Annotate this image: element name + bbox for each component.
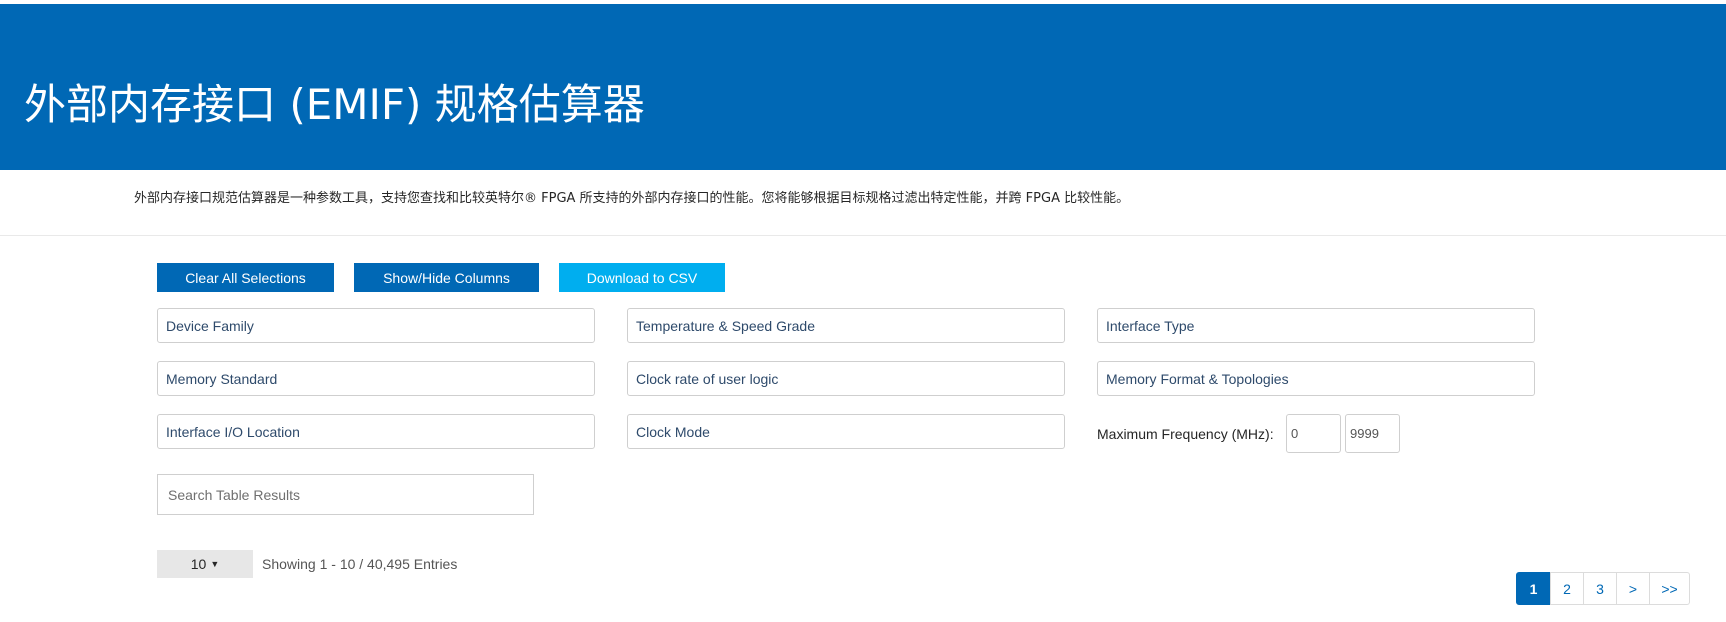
memory-format-topologies-filter[interactable]: Memory Format & Topologies bbox=[1097, 361, 1535, 396]
search-table-input[interactable] bbox=[157, 474, 534, 515]
clock-mode-filter[interactable]: Clock Mode bbox=[627, 414, 1065, 449]
page-3-button[interactable]: 3 bbox=[1583, 572, 1617, 605]
frequency-max-input[interactable] bbox=[1345, 414, 1400, 453]
temperature-speed-grade-filter[interactable]: Temperature & Speed Grade bbox=[627, 308, 1065, 343]
download-csv-button[interactable]: Download to CSV bbox=[559, 263, 725, 292]
clock-rate-filter-label: Clock rate of user logic bbox=[636, 370, 779, 387]
next-page-button[interactable]: > bbox=[1616, 572, 1650, 605]
page-description: 外部内存接口规范估算器是一种参数工具，支持您查找和比较英特尔® FPGA 所支持… bbox=[134, 191, 1130, 206]
memory-standard-filter-label: Memory Standard bbox=[166, 370, 278, 387]
section-divider bbox=[0, 235, 1726, 236]
clock-rate-filter[interactable]: Clock rate of user logic bbox=[627, 361, 1065, 396]
page-2-button[interactable]: 2 bbox=[1550, 572, 1584, 605]
page-title: 外部内存接口 (EMIF) 规格估算器 bbox=[24, 80, 645, 129]
memory-standard-filter[interactable]: Memory Standard bbox=[157, 361, 595, 396]
page-header: 外部内存接口 (EMIF) 规格估算器 bbox=[0, 4, 1726, 170]
page-1-button[interactable]: 1 bbox=[1516, 572, 1551, 605]
temperature-speed-grade-filter-label: Temperature & Speed Grade bbox=[636, 317, 815, 334]
interface-type-filter-label: Interface Type bbox=[1106, 317, 1195, 334]
entries-count-text: Showing 1 - 10 / 40,495 Entries bbox=[262, 556, 458, 572]
last-page-button[interactable]: >> bbox=[1649, 572, 1690, 605]
interface-type-filter[interactable]: Interface Type bbox=[1097, 308, 1535, 343]
interface-io-location-filter-label: Interface I/O Location bbox=[166, 423, 300, 440]
clear-all-selections-button[interactable]: Clear All Selections bbox=[157, 263, 334, 292]
entries-per-page-value: 10 bbox=[190, 556, 207, 572]
show-hide-columns-button[interactable]: Show/Hide Columns bbox=[354, 263, 539, 292]
device-family-filter[interactable]: Device Family bbox=[157, 308, 595, 343]
device-family-filter-label: Device Family bbox=[166, 317, 254, 334]
caret-down-icon: ▼ bbox=[210, 559, 220, 569]
interface-io-location-filter[interactable]: Interface I/O Location bbox=[157, 414, 595, 449]
pagination: 1 2 3 > >> bbox=[1516, 572, 1690, 605]
memory-format-topologies-filter-label: Memory Format & Topologies bbox=[1106, 370, 1289, 387]
entries-per-page-dropdown[interactable]: 10 ▼ bbox=[157, 550, 253, 578]
max-frequency-label: Maximum Frequency (MHz): bbox=[1097, 426, 1274, 442]
clock-mode-filter-label: Clock Mode bbox=[636, 423, 710, 440]
frequency-min-input[interactable] bbox=[1286, 414, 1341, 453]
